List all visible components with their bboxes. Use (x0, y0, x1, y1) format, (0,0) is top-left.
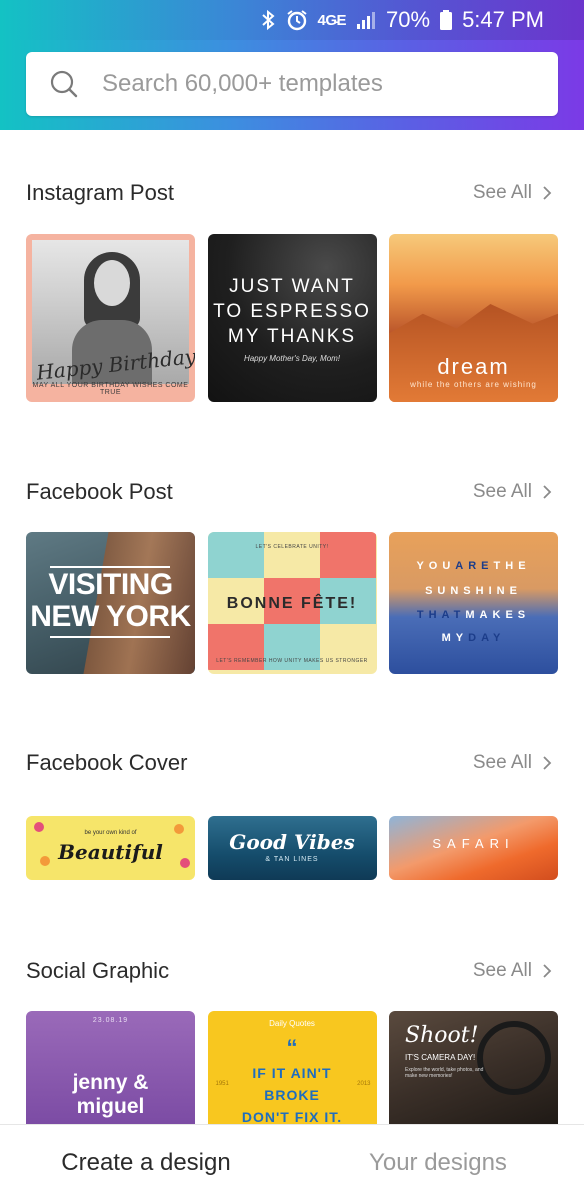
chevron-right-icon (543, 756, 552, 770)
search-input[interactable] (102, 64, 542, 104)
template-card[interactable]: 23.08.19 jenny & miguel (26, 1011, 195, 1131)
template-title-line: TO ESPRESSO (213, 301, 371, 322)
app-header: 4G̵E 70% 5:47 PM (0, 0, 584, 130)
template-title-line: MY THANKS (227, 326, 357, 347)
section-title: Instagram Post (26, 180, 174, 205)
tab-create-a-design[interactable]: Create a design (0, 1125, 292, 1200)
decoration (319, 532, 376, 578)
template-card[interactable]: be your own kind of Beautiful (26, 816, 195, 880)
section-title: Facebook Post (26, 479, 173, 504)
template-title-line: IF IT AIN'T (252, 1065, 332, 1081)
template-title: BONNE FÊTE! (226, 595, 358, 612)
template-title: Good Vibes (229, 830, 355, 854)
word: DAY (468, 632, 506, 644)
word: MY (441, 632, 469, 644)
template-title-line: DON'T FIX IT. (241, 1109, 343, 1125)
see-all-link[interactable]: See All (473, 960, 552, 982)
template-subtitle: while the others are wishing (410, 380, 537, 389)
template-subtitle: LET'S REMEMBER HOW UNITY MAKES US STRONG… (216, 658, 368, 664)
template-card[interactable]: JUST WANT TO ESPRESSO MY THANKS Happy Mo… (207, 234, 377, 402)
battery-icon (440, 8, 453, 32)
section-header: Facebook Post See All (26, 479, 558, 509)
template-subtitle: LET'S CELEBRATE UNITY! (255, 544, 329, 550)
template-title-line: NEW YORK (30, 600, 191, 633)
see-all-link[interactable]: See All (473, 752, 552, 774)
decoration (477, 1021, 551, 1095)
template-title-line: SUNSHINE (389, 585, 558, 597)
template-subtitle: & TAN LINES (265, 856, 319, 863)
template-title-line: YOUARETHE (389, 560, 558, 572)
template-card[interactable]: dream while the others are wishing (389, 234, 558, 402)
template-title-line: BROKE (264, 1087, 320, 1103)
word: THE (493, 560, 531, 572)
section-title: Facebook Cover (26, 750, 188, 775)
bluetooth-icon (260, 8, 276, 32)
template-header: Daily Quotes (269, 1019, 315, 1028)
template-card[interactable]: YOUARETHE SUNSHINE THATMAKES MYDAY (389, 532, 558, 674)
template-title-line: jenny & (72, 1071, 149, 1094)
see-all-label[interactable]: See All (473, 182, 532, 204)
template-card[interactable]: Good Vibes & TAN LINES (207, 816, 377, 880)
word: ARE (455, 560, 494, 572)
decoration (207, 532, 264, 578)
template-subtitle: MAY ALL YOUR BIRTHDAY WISHES COME TRUE (32, 382, 189, 396)
clock: 5:47 PM (462, 7, 544, 32)
see-all-label[interactable]: See All (473, 752, 532, 774)
see-all-label[interactable]: See All (473, 960, 532, 982)
signal-icon (356, 8, 376, 32)
template-card[interactable]: Shoot! IT'S CAMERA DAY! Explore the worl… (389, 1011, 558, 1131)
word: THAT (416, 609, 466, 621)
template-card[interactable]: LET'S CELEBRATE UNITY! BONNE FÊTE! LET'S… (207, 532, 377, 674)
battery-percent: 70% (386, 7, 431, 32)
word: MAKES (465, 609, 531, 621)
template-row: VISITING NEW YORK LET'S CELEBRATE UNITY!… (26, 532, 558, 674)
template-card[interactable]: Happy Birthday! MAY ALL YOUR BIRTHDAY WI… (26, 234, 195, 402)
see-all-link[interactable]: See All (473, 481, 552, 503)
search-icon[interactable] (32, 52, 96, 116)
network-icon: 4G̵E (317, 11, 347, 29)
decoration (263, 532, 320, 578)
template-title: dream (437, 354, 510, 379)
see-all-link[interactable]: See All (473, 182, 552, 204)
status-bar: 4G̵E 70% 5:47 PM (0, 0, 584, 40)
tab-your-designs[interactable]: Your designs (292, 1125, 584, 1200)
template-subtitle: be your own kind of (84, 830, 137, 836)
quote-icon: “ (286, 1035, 298, 1060)
chevron-right-icon (543, 186, 552, 200)
template-card[interactable]: Daily Quotes “ 1951 2013 IF IT AIN'T BRO… (207, 1011, 377, 1131)
template-subtitle: Happy Mother's Day, Mom! (243, 354, 341, 363)
section-header: Instagram Post See All (26, 180, 558, 210)
template-title-line: miguel (76, 1095, 145, 1118)
template-card[interactable]: VISITING NEW YORK (26, 532, 195, 674)
template-title-line: VISITING (48, 568, 173, 601)
template-title-line: THATMAKES (389, 609, 558, 621)
bottom-nav: Create a design Your designs (0, 1124, 584, 1200)
template-subtitle: IT'S CAMERA DAY! (405, 1053, 476, 1062)
word: YOU (416, 560, 456, 572)
template-row: Happy Birthday! MAY ALL YOUR BIRTHDAY WI… (26, 234, 558, 402)
chevron-right-icon (543, 964, 552, 978)
section-title: Social Graphic (26, 958, 170, 983)
search-bar[interactable] (26, 52, 558, 116)
section-header: Social Graphic See All (26, 958, 558, 988)
see-all-label[interactable]: See All (473, 481, 532, 503)
template-title-line: MYDAY (389, 632, 558, 644)
decoration (94, 260, 130, 306)
template-title: SAFARI (432, 836, 515, 851)
template-row: 23.08.19 jenny & miguel Daily Quotes “ 1… (26, 1011, 558, 1131)
alarm-icon (286, 8, 308, 32)
chevron-right-icon (543, 485, 552, 499)
template-title: Shoot! (405, 1023, 479, 1048)
template-card[interactable]: SAFARI (389, 816, 558, 880)
word: SUNSHINE (425, 585, 522, 597)
template-row: be your own kind of Beautiful Good Vibes… (26, 816, 558, 880)
template-title: Beautiful (58, 840, 163, 864)
template-title-line: JUST WANT (229, 276, 355, 297)
section-header: Facebook Cover See All (26, 750, 558, 780)
template-description: Explore the world, take photos, and make… (405, 1067, 484, 1079)
template-date: 23.08.19 (92, 1017, 129, 1024)
divider (50, 636, 170, 638)
